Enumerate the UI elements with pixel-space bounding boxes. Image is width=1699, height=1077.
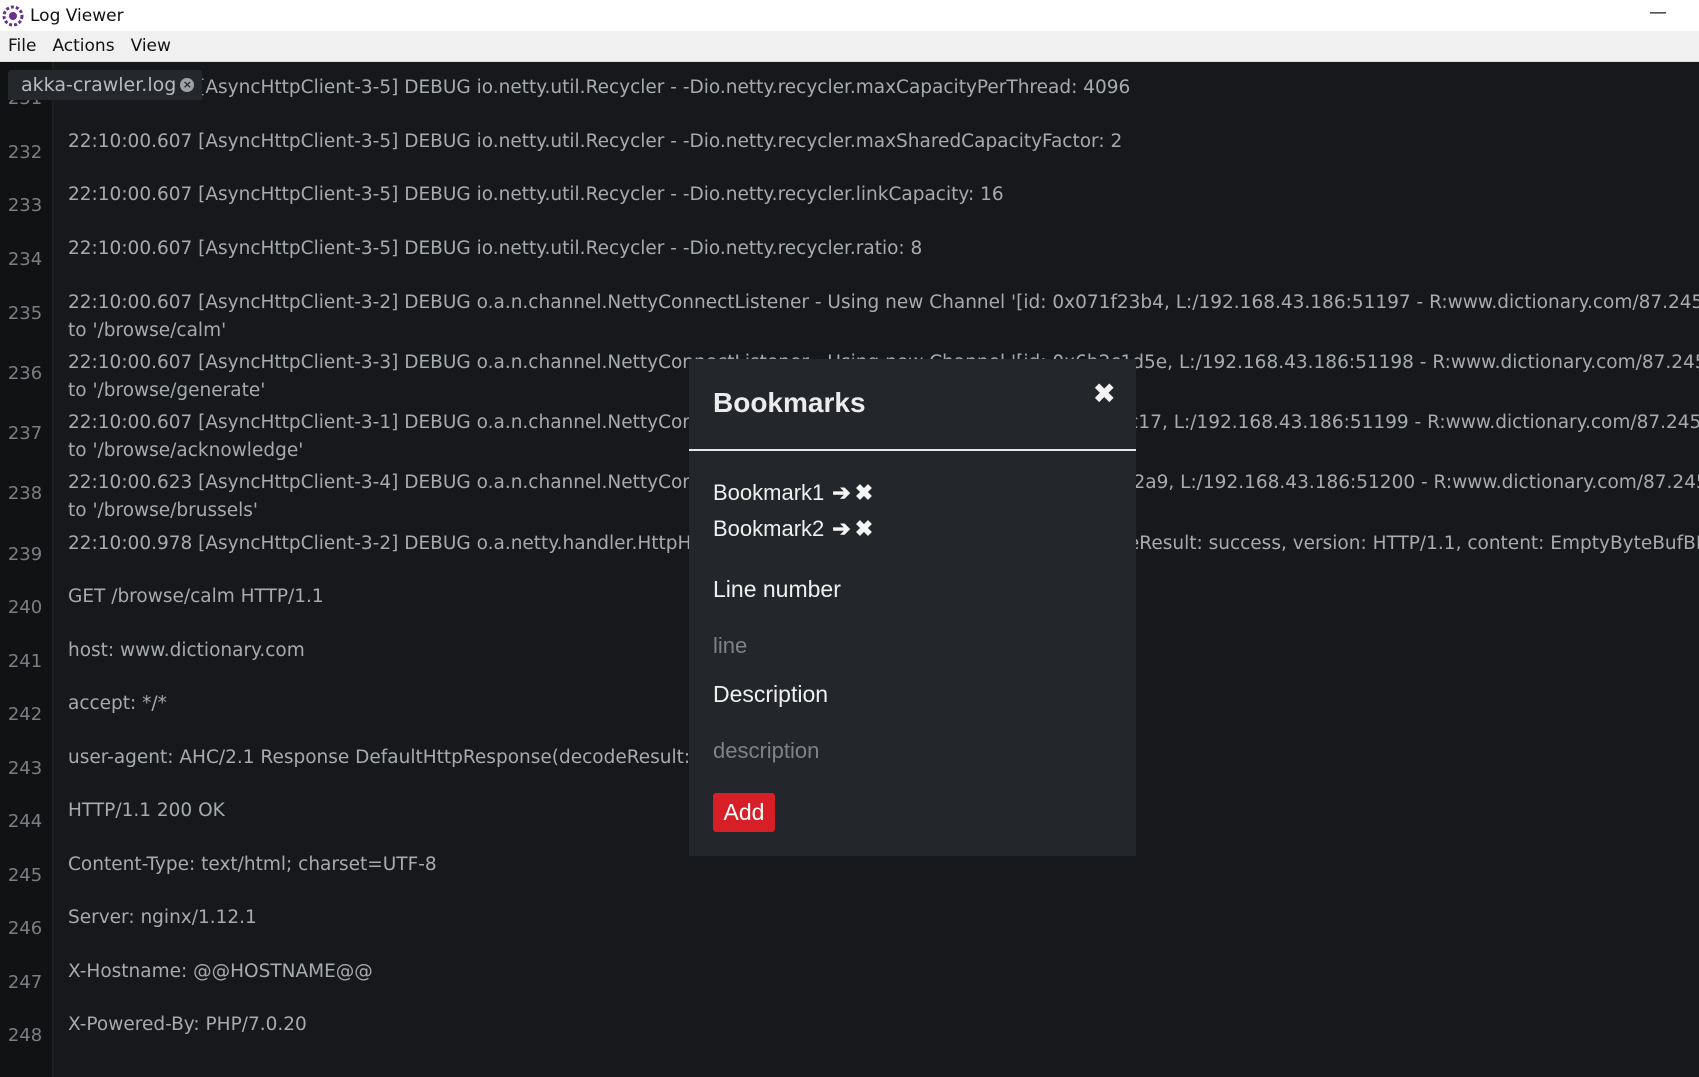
- dialog-title: Bookmarks: [713, 387, 866, 418]
- line-number-label: Line number: [713, 576, 841, 602]
- description-input[interactable]: [713, 733, 1113, 769]
- line-number: 239: [7, 544, 43, 565]
- line-number: 247: [7, 972, 43, 993]
- line-number: 237: [7, 423, 43, 444]
- log-text: 22:10:00.607 [AsyncHttpClient-3-5] DEBUG…: [68, 128, 1699, 156]
- add-bookmark-button[interactable]: Add: [713, 793, 775, 832]
- line-number: 245: [7, 865, 43, 886]
- log-text: X-Hostname: @@HOSTNAME@@: [68, 958, 1699, 986]
- log-text-line: X-Powered-By: PHP/7.0.20: [68, 1014, 307, 1035]
- line-number-input[interactable]: [713, 628, 1113, 664]
- log-text-line: 22:10:00.607 [AsyncHttpClient-3-5] DEBUG…: [68, 131, 1123, 152]
- bookmark-item: Bookmark1 ➔ ✖: [713, 480, 873, 506]
- log-text-line: 22:10:00.607 [AsyncHttpClient-3-5] DEBUG…: [68, 77, 1131, 98]
- delete-bookmark-icon[interactable]: ✖: [855, 516, 873, 542]
- line-number: 238: [7, 483, 43, 504]
- go-to-bookmark-arrow-icon[interactable]: ➔: [832, 516, 850, 542]
- line-number: 241: [7, 651, 43, 672]
- menu-actions[interactable]: Actions: [44, 36, 122, 56]
- line-number: 233: [7, 195, 43, 216]
- menu-view[interactable]: View: [123, 36, 179, 56]
- line-number: 248: [7, 1025, 43, 1046]
- log-text: Server: nginx/1.12.1: [68, 904, 1699, 932]
- dialog-header: Bookmarks ✖: [689, 359, 1136, 451]
- log-text: 22:10:00.607 [AsyncHttpClient-3-5] DEBUG…: [68, 181, 1699, 209]
- go-to-bookmark-arrow-icon[interactable]: ➔: [832, 480, 850, 506]
- line-number: 244: [7, 811, 43, 832]
- minimize-button[interactable]: —: [1649, 2, 1667, 23]
- bookmark-label: Bookmark1: [713, 480, 825, 505]
- close-icon[interactable]: ✖: [1093, 377, 1116, 410]
- log-text-line: Server: nginx/1.12.1: [68, 907, 257, 928]
- line-number: 235: [7, 303, 43, 324]
- log-text-line: 22:10:00.607 [AsyncHttpClient-3-2] DEBUG…: [68, 292, 1699, 313]
- menu-file[interactable]: File: [0, 36, 44, 56]
- bookmarks-dialog: Bookmarks ✖ Bookmark1 ➔ ✖ Bookmark2 ➔ ✖ …: [689, 359, 1136, 856]
- menu-bar: File Actions View: [0, 31, 1699, 62]
- log-text-line: 22:10:00.607 [AsyncHttpClient-3-5] DEBUG…: [68, 184, 1004, 205]
- line-number: 243: [7, 758, 43, 779]
- delete-bookmark-icon[interactable]: ✖: [855, 480, 873, 506]
- log-text-line: 22:10:00.607 [AsyncHttpClient-3-5] DEBUG…: [68, 238, 923, 259]
- tab-close-icon[interactable]: ×: [180, 78, 195, 92]
- description-label: Description: [713, 681, 829, 707]
- bookmark-label: Bookmark2: [713, 516, 825, 541]
- log-text-continuation: to '/browse/calm': [68, 320, 227, 341]
- line-number: 236: [7, 363, 43, 384]
- log-text: X-Powered-By: PHP/7.0.20: [68, 1011, 1699, 1039]
- tab-akka-crawler-log[interactable]: akka-crawler.log ×: [8, 70, 203, 100]
- line-number: 242: [7, 704, 43, 725]
- line-number: 246: [7, 918, 43, 939]
- line-number: 240: [7, 597, 43, 618]
- line-number: 234: [7, 249, 43, 270]
- log-viewer-area: akka-crawler.log × 23122:10:00.607 [Asyn…: [0, 62, 1699, 1077]
- app-logo-icon: [2, 5, 24, 26]
- window-title: Log Viewer: [30, 5, 124, 26]
- bookmark-item: Bookmark2 ➔ ✖: [713, 516, 873, 542]
- log-text: 22:10:00.607 [AsyncHttpClient-3-2] DEBUG…: [68, 289, 1699, 345]
- log-text: 22:10:00.607 [AsyncHttpClient-3-5] DEBUG…: [68, 74, 1699, 102]
- log-text-line: X-Hostname: @@HOSTNAME@@: [68, 961, 373, 982]
- tab-label: akka-crawler.log: [21, 74, 177, 96]
- log-text: 22:10:00.607 [AsyncHttpClient-3-5] DEBUG…: [68, 235, 1699, 263]
- line-number: 232: [7, 142, 43, 163]
- title-bar: Log Viewer —: [0, 0, 1699, 31]
